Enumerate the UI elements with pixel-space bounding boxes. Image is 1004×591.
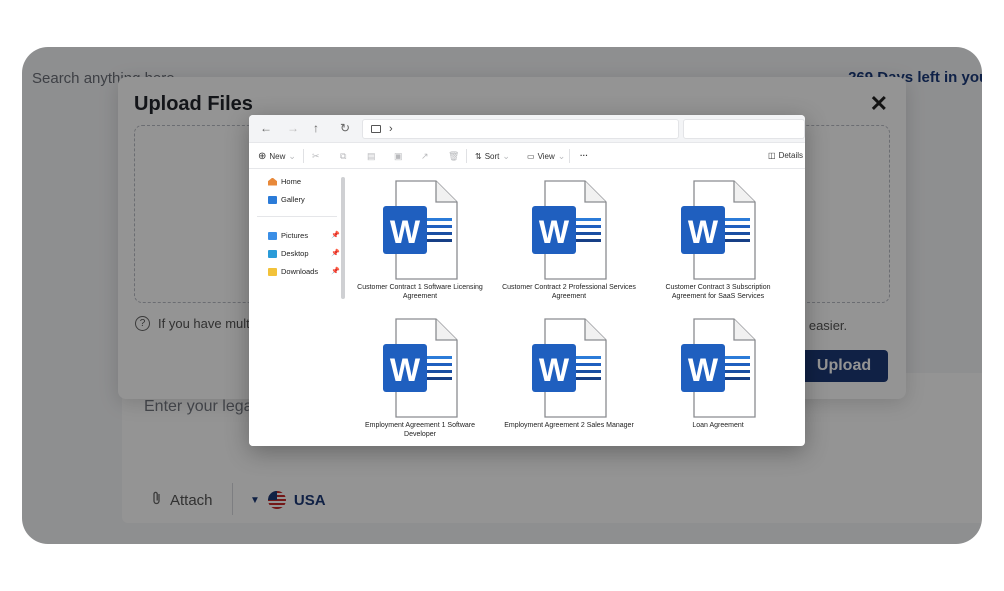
file-grid: W Customer Contract 1 Software Licensing… [349,170,805,446]
refresh-icon[interactable]: ↻ [340,121,350,135]
word-badge-letter: W [688,214,719,250]
file-item[interactable]: W Employment Agreement 2 Sales Manager [498,318,640,431]
file-item[interactable]: W Employment Agreement 1 Software Develo… [349,318,491,439]
word-document-icon: W [382,318,458,418]
pin-icon[interactable]: 📌 [331,231,340,239]
word-document-icon: W [680,180,756,280]
plus-circle-icon: ⊕ [258,151,267,162]
home-icon [268,177,277,186]
pin-icon[interactable]: 📌 [331,249,340,257]
explorer-sidebar: Home Gallery Pictures 📌 Desktop 📌 Downlo… [249,170,345,446]
this-pc-icon [371,125,381,133]
word-badge-letter: W [390,214,421,250]
view-label: View [537,152,555,161]
sidebar-item-label: Desktop [281,249,309,258]
new-label: New [269,152,286,161]
word-document-icon: W [531,180,607,280]
sidebar-item-label: Downloads [281,267,319,276]
share-icon[interactable]: ↗ [421,151,429,162]
file-item[interactable]: W Customer Contract 1 Software Licensing… [349,180,491,301]
file-name: Customer Contract 2 Professional Service… [502,284,636,300]
sidebar-item-home[interactable]: Home [268,177,301,186]
sidebar-item-label: Pictures [281,231,309,240]
file-name: Employment Agreement 2 Sales Manager [504,422,634,429]
file-item[interactable]: W Customer Contract 2 Professional Servi… [498,180,640,301]
sort-button[interactable]: ⇅ Sort ⌄ [475,151,510,162]
up-arrow-icon[interactable]: ↑ [313,121,319,135]
pictures-icon [268,231,277,240]
rename-icon[interactable]: ▣ [394,151,403,162]
sidebar-divider [257,216,337,217]
back-arrow-icon[interactable]: ← [260,121,272,135]
sidebar-item-label: Home [281,177,302,186]
file-name: Employment Agreement 1 Software Develope… [364,422,476,438]
file-name: Loan Agreement [692,422,744,429]
path-field[interactable]: › [362,119,679,139]
new-button[interactable]: ⊕ New ⌄ [258,151,296,162]
view-icon: ▭ [527,152,535,161]
file-explorer-window: ← → ↑ ↻ › ⊕ New ⌄ ✂ ⧉ ▤ ▣ ↗ 🗑 ⇅ Sort ⌄ ▭… [249,115,805,446]
sidebar-item-gallery[interactable]: Gallery [268,195,305,204]
sidebar-scrollbar[interactable] [341,177,345,299]
word-document-icon: W [382,180,458,280]
chevron-down-icon: ⌄ [502,151,510,161]
details-pane-icon: ◫ [768,151,776,160]
view-button[interactable]: ▭ View ⌄ [527,151,565,162]
toolbar-separator [569,149,570,163]
word-badge-letter: W [539,214,570,250]
forward-arrow-icon[interactable]: → [287,121,299,135]
word-document-icon: W [531,318,607,418]
pin-icon[interactable]: 📌 [331,267,340,275]
copy-icon[interactable]: ⧉ [340,151,346,162]
downloads-icon [268,267,277,276]
word-badge-letter: W [539,352,570,388]
desktop-icon [268,249,277,258]
toolbar-separator [466,149,467,163]
address-bar: ← → ↑ ↻ › [249,115,805,143]
chevron-down-icon: ⌄ [288,151,296,161]
more-options-icon[interactable]: ··· [580,151,588,160]
toolbar-separator [303,149,304,163]
file-name: Customer Contract 1 Software Licensing A… [357,284,483,300]
cut-icon[interactable]: ✂ [312,151,320,162]
file-item[interactable]: W Customer Contract 3 Subscription Agree… [647,180,789,301]
delete-icon[interactable]: 🗑 [448,151,459,162]
explorer-search-input[interactable] [683,119,805,139]
sidebar-item-label: Gallery [281,195,305,204]
details-label: Details [778,151,804,160]
explorer-toolbar: ⊕ New ⌄ ✂ ⧉ ▤ ▣ ↗ 🗑 ⇅ Sort ⌄ ▭ View ⌄ ··… [249,143,805,169]
word-document-icon: W [680,318,756,418]
file-name: Customer Contract 3 Subscription Agreeme… [665,284,771,300]
sidebar-item-pictures[interactable]: Pictures [268,231,308,240]
word-badge-letter: W [688,352,719,388]
chevron-down-icon: ⌄ [557,151,566,161]
sort-icon: ⇅ [475,152,482,161]
paste-icon[interactable]: ▤ [367,151,376,162]
gallery-icon [268,195,277,204]
details-button[interactable]: ◫ Details [768,151,803,160]
sidebar-item-downloads[interactable]: Downloads [268,267,318,276]
file-item[interactable]: W Loan Agreement [647,318,789,431]
chevron-right-icon: › [389,123,393,135]
sidebar-item-desktop[interactable]: Desktop [268,249,309,258]
sort-label: Sort [484,152,500,161]
word-badge-letter: W [390,352,421,388]
